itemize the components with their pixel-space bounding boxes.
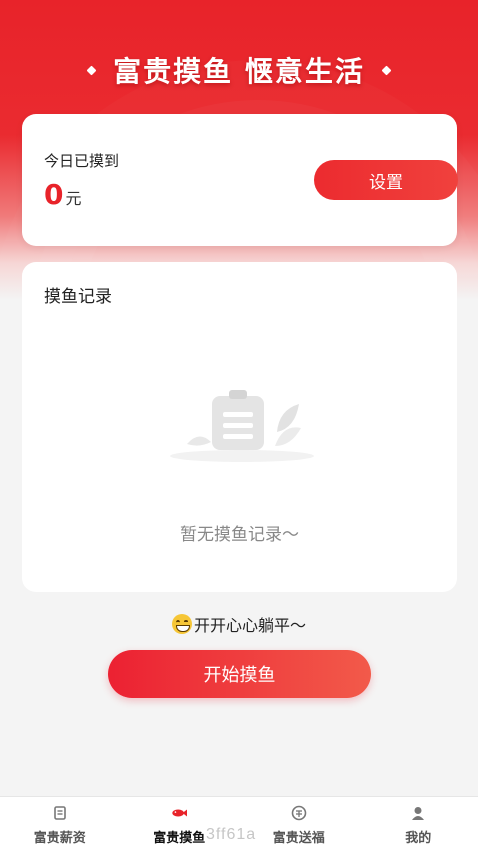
today-earnings-card: 今日已摸到 0 元 设置	[22, 114, 458, 246]
coin-icon	[291, 805, 307, 821]
today-earnings-label: 今日已摸到	[44, 152, 120, 170]
amount-unit: 元	[65, 189, 82, 208]
empty-clipboard-icon	[170, 390, 314, 462]
banner-title: 富贵摸鱼 惬意生活	[113, 55, 365, 88]
records-heading: 摸鱼记录	[44, 287, 112, 307]
watermark: 3ff61a	[206, 826, 257, 843]
banner: 富贵摸鱼 惬意生活	[0, 48, 478, 92]
settings-button[interactable]: 设置	[314, 160, 458, 200]
tab-blessing[interactable]: 富贵送福	[239, 797, 359, 850]
tagline: 开开心心躺平～	[0, 612, 478, 636]
tab-label: 富贵送福	[272, 831, 325, 846]
records-card: 摸鱼记录 暂无摸鱼记录～	[22, 262, 457, 592]
user-icon	[410, 805, 426, 821]
tab-salary[interactable]: 富贵薪资	[0, 797, 120, 850]
tab-mine[interactable]: 我的	[359, 797, 478, 850]
today-earnings-amount: 0 元	[44, 178, 82, 211]
tab-label: 我的	[405, 831, 432, 846]
empty-records-text: 暂无摸鱼记录～	[180, 525, 299, 545]
diamond-icon	[381, 65, 392, 75]
start-fishing-button[interactable]: 开始摸鱼	[108, 650, 371, 698]
document-icon	[52, 805, 68, 821]
amount-value: 0	[44, 178, 64, 211]
tab-label: 富贵摸鱼	[153, 831, 206, 846]
laughing-emoji-icon	[171, 614, 192, 634]
tagline-text: 开开心心躺平～	[193, 616, 306, 635]
fish-icon	[171, 805, 188, 821]
tab-label: 富贵薪资	[33, 831, 86, 846]
diamond-icon	[86, 65, 97, 75]
